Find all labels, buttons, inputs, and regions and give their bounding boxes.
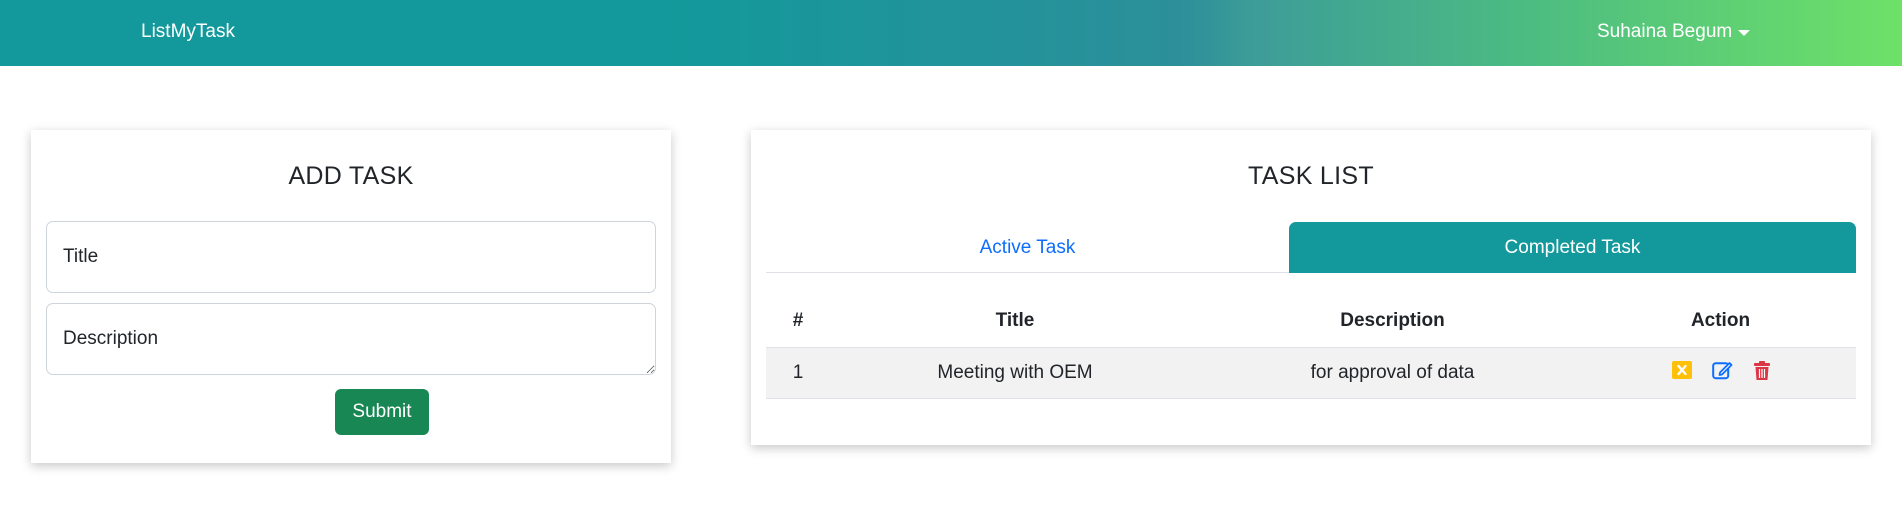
column-header-description: Description bbox=[1200, 295, 1585, 348]
user-name: Suhaina Begum bbox=[1597, 21, 1733, 42]
table-row: 1 Meeting with OEM for approval of data bbox=[766, 347, 1856, 399]
task-tabs: Active Task Completed Task bbox=[766, 222, 1856, 273]
column-header-number: # bbox=[766, 295, 830, 348]
x-square-icon[interactable] bbox=[1671, 361, 1692, 379]
edit-icon[interactable] bbox=[1711, 360, 1734, 380]
cell-number: 1 bbox=[766, 347, 830, 399]
cell-actions bbox=[1585, 347, 1856, 399]
cell-description: for approval of data bbox=[1200, 347, 1585, 399]
caret-down-icon bbox=[1738, 30, 1751, 36]
submit-button[interactable]: Submit bbox=[335, 389, 429, 435]
add-task-heading: ADD TASK bbox=[288, 162, 414, 190]
brand-link[interactable]: ListMyTask bbox=[141, 21, 235, 43]
add-task-card: ADD TASK Submit bbox=[31, 130, 671, 463]
column-header-action: Action bbox=[1585, 295, 1856, 348]
cell-title: Meeting with OEM bbox=[830, 347, 1200, 399]
column-header-title: Title bbox=[830, 295, 1200, 348]
tab-active-task[interactable]: Active Task bbox=[766, 222, 1289, 273]
tab-completed-task[interactable]: Completed Task bbox=[1289, 222, 1856, 273]
title-input[interactable] bbox=[46, 221, 656, 293]
trash-icon[interactable] bbox=[1753, 360, 1770, 380]
table-header-row: # Title Description Action bbox=[766, 295, 1856, 348]
description-input[interactable] bbox=[46, 303, 656, 375]
user-dropdown[interactable]: Suhaina Begum bbox=[1597, 21, 1751, 43]
task-table: # Title Description Action 1 Meeting wit… bbox=[766, 295, 1856, 399]
task-list-card: TASK LIST Active Task Completed Task # T… bbox=[751, 130, 1871, 445]
top-navbar: ListMyTask Suhaina Begum bbox=[0, 0, 1902, 66]
task-list-heading: TASK LIST bbox=[1248, 162, 1374, 190]
